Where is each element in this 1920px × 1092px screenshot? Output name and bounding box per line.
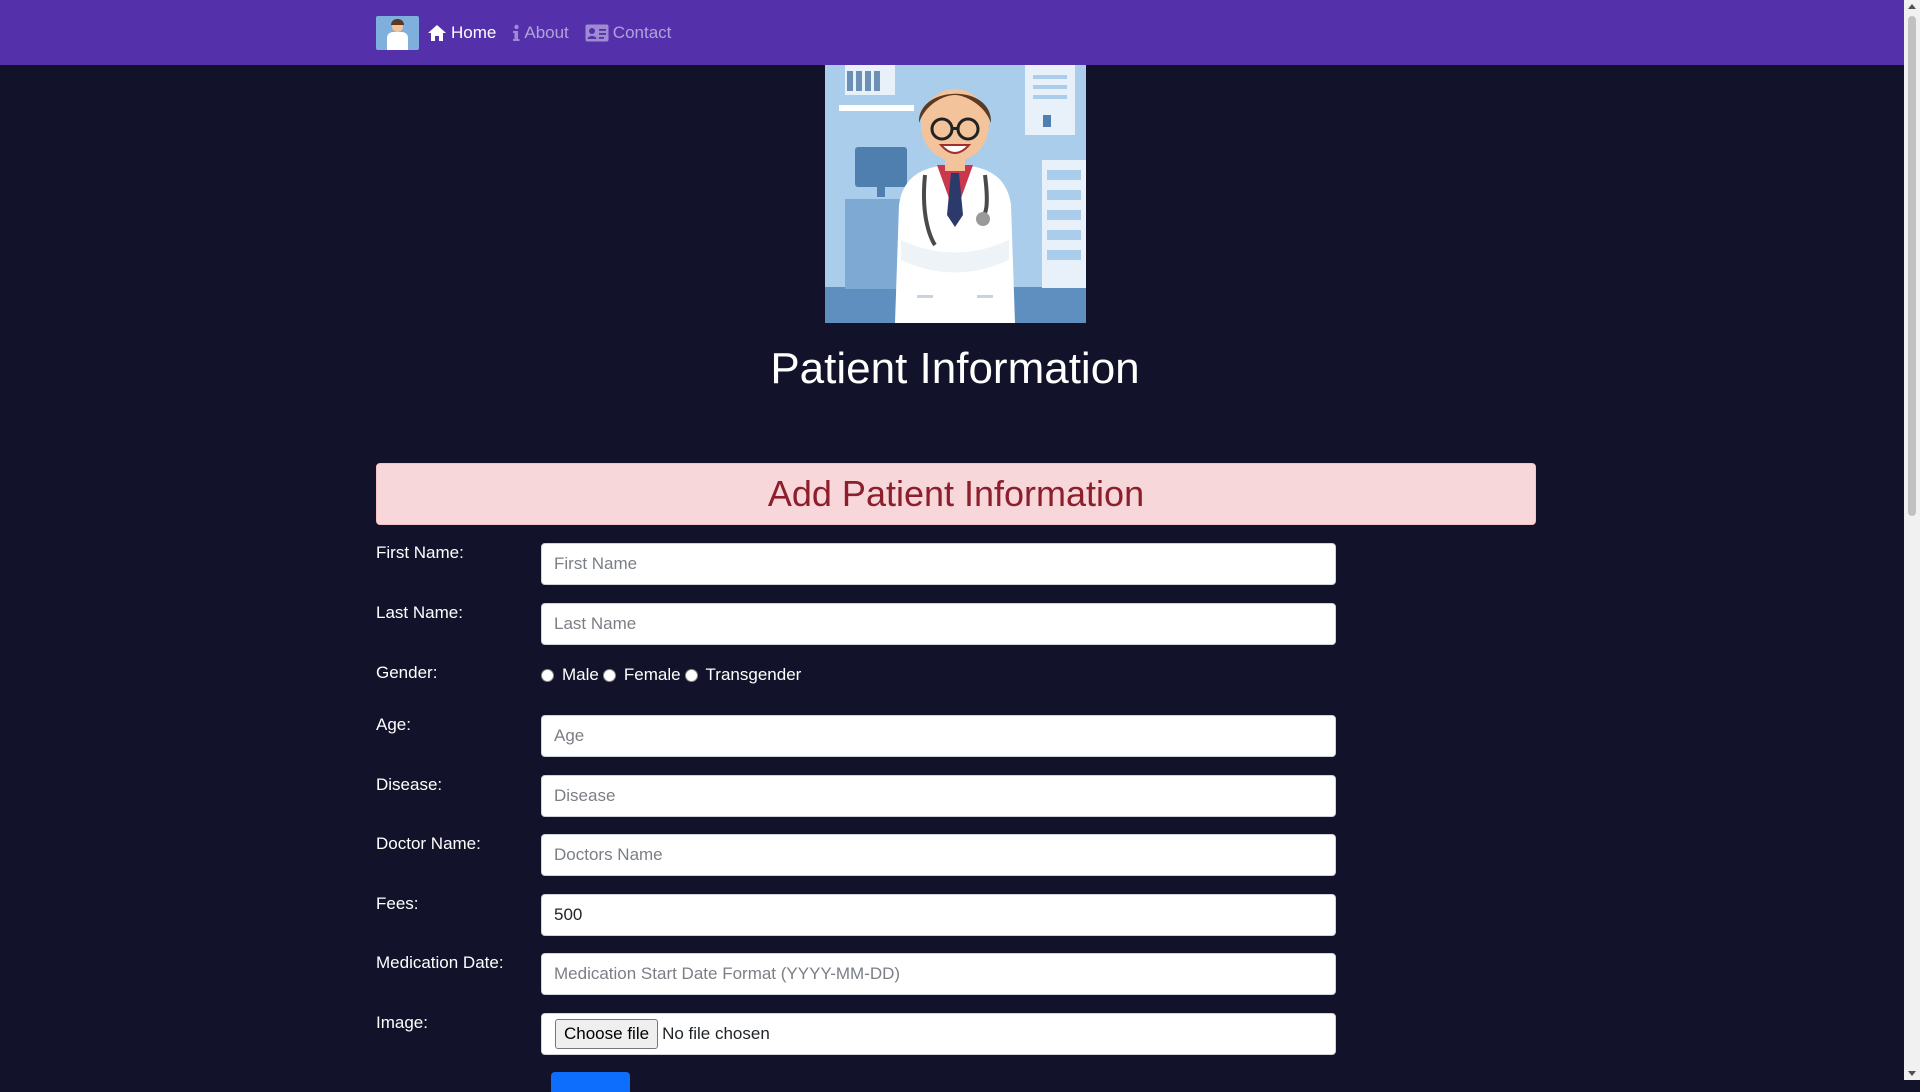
- doctor-name-input[interactable]: [541, 834, 1336, 876]
- nav-link-home[interactable]: Home: [427, 23, 496, 43]
- form-heading-alert: Add Patient Information: [376, 463, 1536, 525]
- medication-date-input[interactable]: [541, 953, 1336, 995]
- disease-input[interactable]: [541, 775, 1336, 817]
- home-icon: [428, 25, 446, 41]
- gender-radio-female[interactable]: [602, 668, 616, 682]
- image-row: Image: Choose file No file chosen: [376, 1013, 1536, 1055]
- scroll-down-arrow-icon[interactable]: [1908, 1071, 1916, 1076]
- gender-option-label: Transgender: [705, 665, 802, 684]
- image-label: Image:: [376, 1013, 428, 1032]
- gender-radio-group: Male Female Transgender: [541, 665, 805, 685]
- info-icon: [513, 24, 520, 41]
- choose-file-button[interactable]: Choose file: [555, 1019, 659, 1049]
- brand-coat: [387, 32, 408, 50]
- last-name-row: Last Name:: [376, 603, 1536, 645]
- scroll-up-arrow-icon[interactable]: [1908, 4, 1916, 9]
- scroll-thumb[interactable]: [1908, 16, 1916, 516]
- contact-card-icon: [585, 24, 609, 42]
- medication-date-row: Medication Date:: [376, 953, 1536, 995]
- medication-date-label: Medication Date:: [376, 953, 504, 972]
- gender-radio-transgender[interactable]: [684, 668, 698, 682]
- image-file-input[interactable]: Choose file No file chosen: [541, 1013, 1336, 1055]
- nav-link-label: About: [524, 23, 569, 42]
- first-name-row: First Name:: [376, 543, 1536, 585]
- gender-option-label: Female: [623, 665, 681, 684]
- page-scrollbar[interactable]: [1904, 0, 1920, 1080]
- first-name-label: First Name:: [376, 543, 464, 562]
- doctor-name-row: Doctor Name:: [376, 834, 1536, 876]
- age-row: Age:: [376, 715, 1536, 757]
- gender-option-label: Male: [562, 665, 599, 684]
- nav-link-label: Home: [451, 23, 497, 42]
- last-name-input[interactable]: [541, 603, 1336, 645]
- gender-row: Gender: Male Female Transgender: [376, 663, 1536, 705]
- navbar: Home About Contact: [0, 0, 1904, 65]
- disease-row: Disease:: [376, 775, 1536, 817]
- fees-input[interactable]: [541, 894, 1336, 936]
- nav-link-about[interactable]: About: [512, 23, 569, 43]
- age-input[interactable]: [541, 715, 1336, 757]
- nav-link-label: Contact: [612, 23, 672, 42]
- fees-label: Fees:: [376, 894, 419, 913]
- first-name-input[interactable]: [541, 543, 1336, 585]
- nav-inner: Home About Contact: [376, 16, 687, 50]
- last-name-label: Last Name:: [376, 603, 463, 622]
- file-status-text: No file chosen: [662, 1024, 770, 1043]
- nav-link-contact[interactable]: Contact: [585, 23, 672, 43]
- gender-radio-male[interactable]: [541, 668, 554, 682]
- fees-row: Fees:: [376, 894, 1536, 936]
- age-label: Age:: [376, 715, 411, 734]
- brand-logo[interactable]: [376, 16, 419, 50]
- brand-hair: [391, 19, 404, 25]
- gender-label: Gender:: [376, 663, 438, 682]
- submit-button[interactable]: [551, 1072, 630, 1092]
- page-title: Patient Information: [770, 344, 1140, 393]
- doctor-illustration: [825, 65, 1086, 323]
- disease-label: Disease:: [376, 775, 443, 794]
- doctor-name-label: Doctor Name:: [376, 834, 481, 853]
